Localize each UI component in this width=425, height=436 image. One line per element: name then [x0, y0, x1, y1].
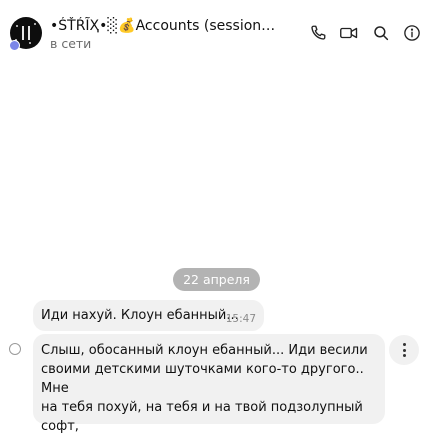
chat-header: •ŚŤŔĨҲ•░💰Accounts (session… в сети [0, 0, 425, 64]
message-bubble[interactable]: Слыш, обосанный клоун ебанный... Иди вес… [33, 334, 385, 434]
message-time: 15:47 [225, 313, 256, 325]
message-text: Слыш, обосанный клоун ебанный... Иди вес… [41, 343, 368, 434]
message-text: Иди нахуй. Клоун ебанный... [41, 308, 239, 323]
presence-dot [9, 40, 20, 51]
phone-icon[interactable] [309, 24, 327, 42]
date-separator: 22 апреля [173, 268, 260, 291]
chat-status: в сети [50, 36, 92, 51]
chat-title[interactable]: •ŚŤŔĨҲ•░💰Accounts (session… [50, 17, 290, 35]
info-icon[interactable] [403, 24, 421, 42]
more-options-icon[interactable] [389, 335, 419, 365]
search-icon[interactable] [372, 24, 390, 42]
message-bubble[interactable]: Иди нахуй. Клоун ебанный... 15:47 [33, 300, 264, 331]
video-call-icon[interactable] [339, 24, 359, 42]
message-select-checkbox[interactable] [9, 343, 21, 355]
